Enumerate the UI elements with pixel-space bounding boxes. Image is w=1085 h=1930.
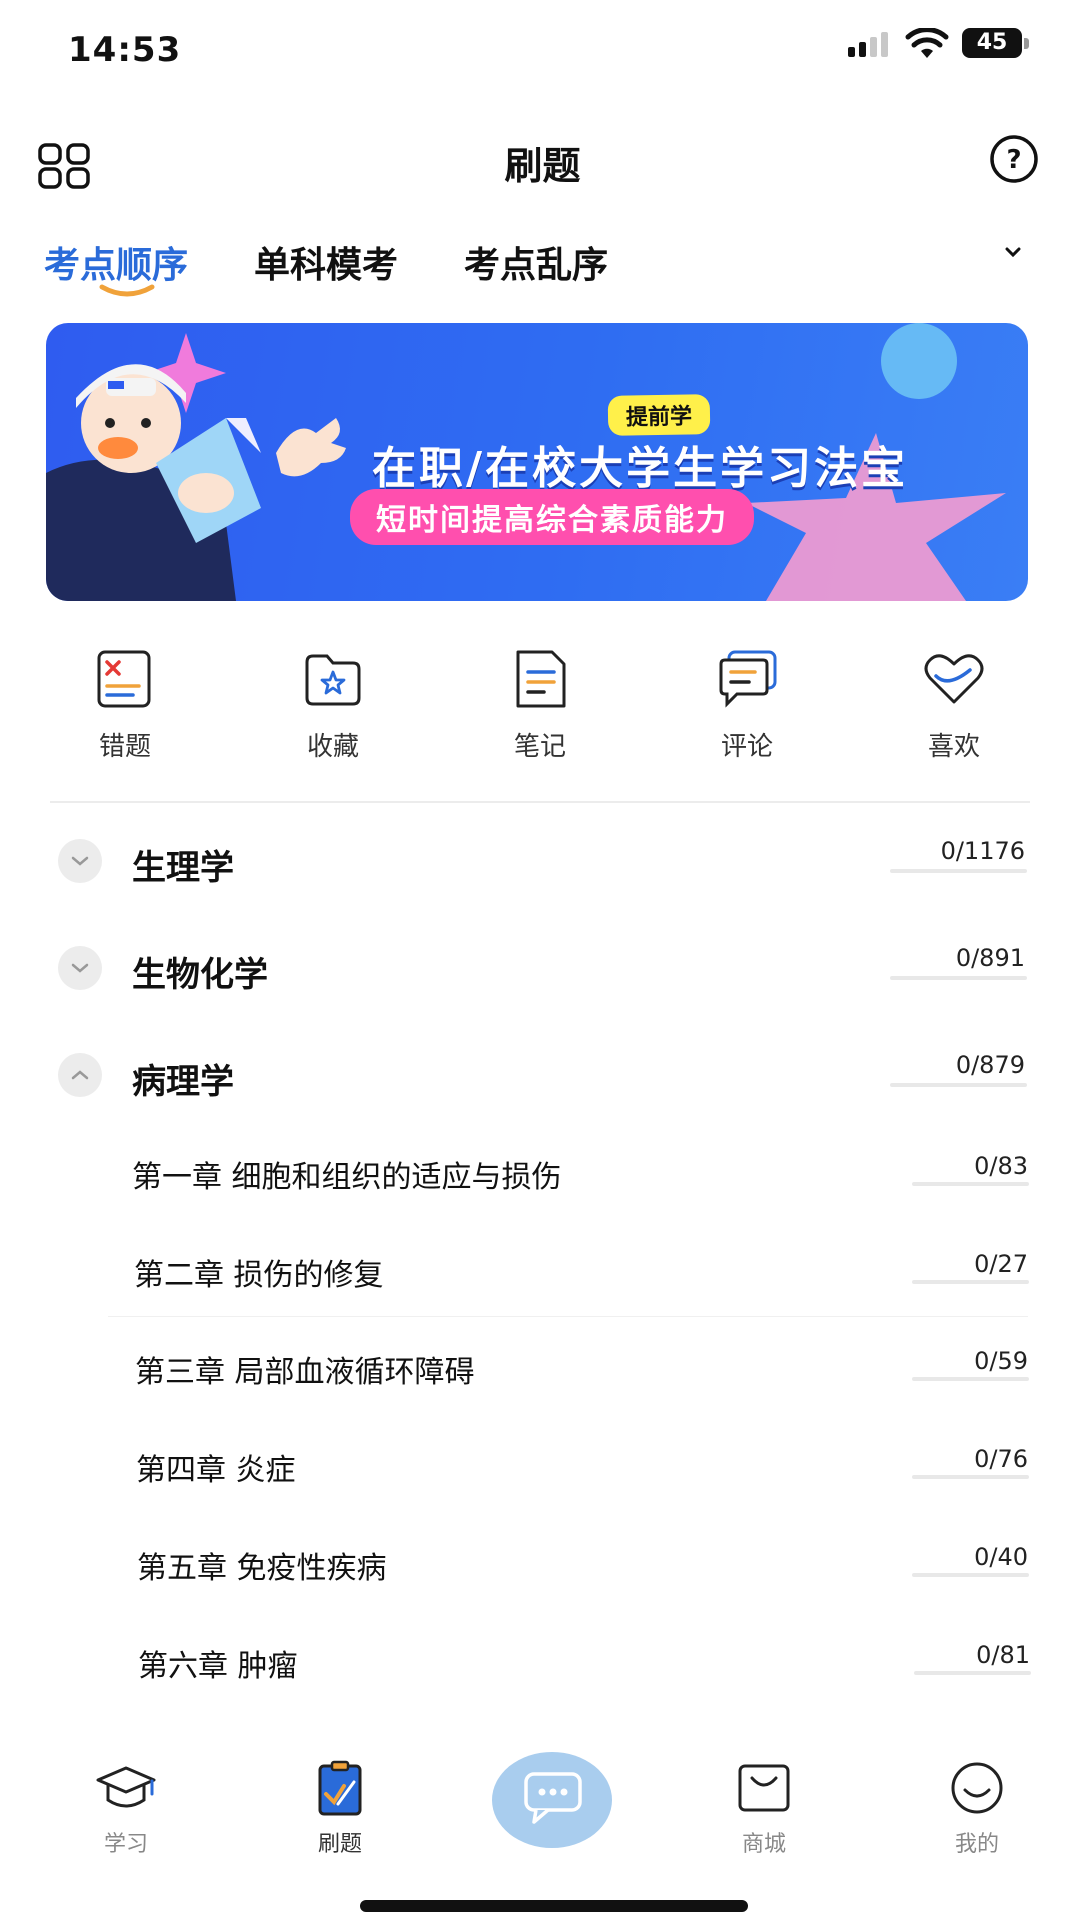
heart-icon xyxy=(924,654,984,704)
favorites-label: 收藏 xyxy=(306,732,359,762)
notes-icon xyxy=(516,650,566,708)
nav-shop-label: 商城 xyxy=(741,1832,786,1857)
progress-track xyxy=(914,1671,1031,1675)
chapter-item[interactable]: 第六章 肿瘤 xyxy=(138,1641,298,1685)
help-icon[interactable]: ? xyxy=(988,133,1040,185)
chat-bubble-icon xyxy=(524,1772,582,1824)
progress-count: 0/83 xyxy=(974,1152,1028,1180)
wifi-icon xyxy=(905,28,949,58)
wrong-questions-icon xyxy=(97,650,151,708)
chat-button[interactable] xyxy=(492,1752,612,1848)
progress-track xyxy=(912,1377,1029,1381)
progress-track xyxy=(912,1182,1029,1186)
progress-track xyxy=(912,1475,1029,1479)
banner-title: 在职/在校大学生学习法宝 xyxy=(372,443,909,494)
like-button[interactable]: 喜欢 xyxy=(884,648,1024,763)
nav-me[interactable]: 我的 xyxy=(907,1760,1047,1858)
chapter-item[interactable]: 第二章 损伤的修复 xyxy=(134,1250,384,1294)
chapter-item[interactable]: 第四章 炎症 xyxy=(136,1445,296,1489)
tab-random-order[interactable]: 考点乱序 xyxy=(464,236,608,288)
nav-shop[interactable]: 商城 xyxy=(694,1760,834,1858)
favorites-button[interactable]: 收藏 xyxy=(263,648,403,763)
progress-count: 0/1176 xyxy=(940,837,1025,865)
battery-level: 45 xyxy=(962,28,1022,58)
progress-track xyxy=(890,1083,1027,1087)
chevron-down-icon[interactable] xyxy=(998,240,1028,264)
favorites-folder-icon xyxy=(305,654,361,706)
chevron-up-icon xyxy=(71,1070,89,1080)
clipboard-icon xyxy=(318,1760,362,1816)
row-divider xyxy=(108,1316,1028,1317)
graduation-cap-icon xyxy=(96,1766,156,1808)
collapse-toggle[interactable] xyxy=(58,1053,102,1097)
progress-count: 0/76 xyxy=(974,1445,1028,1473)
subject-name[interactable]: 病理学 xyxy=(132,1054,234,1103)
battery-icon: 45 xyxy=(962,28,1032,60)
progress-count: 0/891 xyxy=(955,944,1025,972)
progress-count: 0/40 xyxy=(974,1543,1028,1571)
progress-count: 0/879 xyxy=(955,1051,1025,1079)
progress-count: 0/81 xyxy=(976,1641,1030,1669)
wrong-questions-button[interactable]: 错题 xyxy=(55,648,195,763)
wrong-questions-label: 错题 xyxy=(98,732,151,762)
comments-button[interactable]: 评论 xyxy=(677,648,817,763)
tab-point-order[interactable]: 考点顺序 xyxy=(44,236,188,288)
progress-track xyxy=(912,1280,1029,1284)
nav-practice-label: 刷题 xyxy=(317,1832,362,1857)
progress-count: 0/27 xyxy=(974,1250,1028,1278)
signal-icon xyxy=(848,32,888,57)
home-indicator xyxy=(360,1900,748,1912)
comments-label: 评论 xyxy=(720,732,773,762)
section-divider xyxy=(50,801,1030,803)
nav-study[interactable]: 学习 xyxy=(56,1760,196,1858)
nav-me-label: 我的 xyxy=(954,1832,999,1857)
page-title: 刷题 xyxy=(504,144,581,188)
svg-text:?: ? xyxy=(1006,145,1021,175)
chevron-down-icon xyxy=(71,856,89,866)
progress-track xyxy=(890,976,1027,980)
nav-practice[interactable]: 刷题 xyxy=(270,1760,410,1858)
expand-toggle[interactable] xyxy=(58,946,102,990)
smiley-icon xyxy=(951,1762,1003,1814)
progress-track xyxy=(890,869,1027,873)
nav-study-label: 学习 xyxy=(103,1832,148,1857)
chapter-item[interactable]: 第三章 局部血液循环障碍 xyxy=(135,1347,475,1391)
chapter-item[interactable]: 第一章 细胞和组织的适应与损伤 xyxy=(132,1152,562,1196)
chapter-item[interactable]: 第五章 免疫性疾病 xyxy=(137,1543,387,1587)
expand-toggle[interactable] xyxy=(58,839,102,883)
like-label: 喜欢 xyxy=(927,732,980,762)
status-time: 14:53 xyxy=(68,30,182,70)
comments-icon xyxy=(719,650,777,708)
chevron-down-icon xyxy=(71,963,89,973)
tab-single-mock[interactable]: 单科模考 xyxy=(254,236,398,288)
notes-button[interactable]: 笔记 xyxy=(470,648,610,763)
subject-name[interactable]: 生理学 xyxy=(132,840,234,889)
subject-name[interactable]: 生物化学 xyxy=(132,947,268,996)
banner-badge: 提前学 xyxy=(607,394,711,436)
progress-count: 0/59 xyxy=(974,1347,1028,1375)
active-tab-indicator xyxy=(99,284,155,297)
notes-label: 笔记 xyxy=(513,732,566,762)
banner-subtitle: 短时间提高综合素质能力 xyxy=(350,489,754,545)
shopping-bag-icon xyxy=(738,1764,790,1812)
progress-track xyxy=(912,1573,1029,1577)
